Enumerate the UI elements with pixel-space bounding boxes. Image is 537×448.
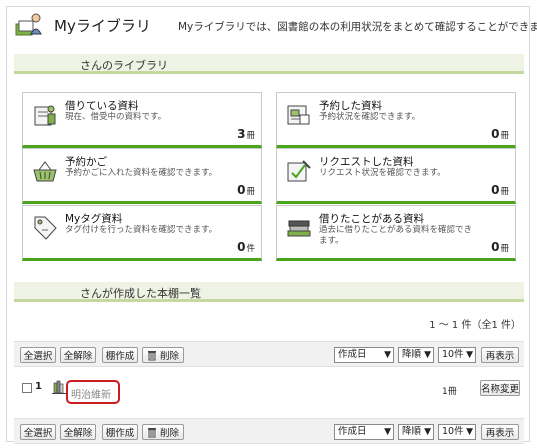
card-count: 0件 — [237, 240, 255, 254]
card-history[interactable]: 借りたことがある資料 過去に借りたことがある資料を確認できます。 0冊 — [276, 205, 516, 261]
tag-icon — [34, 216, 57, 240]
per-page-select[interactable]: 10件 ▼ — [438, 347, 476, 363]
create-shelf-button[interactable]: 棚作成 — [102, 424, 138, 440]
card-title: Myタグ資料 — [65, 213, 123, 225]
delete-button[interactable]: 削除 — [142, 347, 184, 363]
rename-button[interactable]: 名称変更 — [480, 380, 520, 396]
chevron-down-icon: ▼ — [384, 350, 391, 360]
card-title: 予約した資料 — [319, 100, 382, 112]
book-reader-icon — [34, 105, 56, 126]
select-all-button[interactable]: 全選択 — [20, 424, 56, 440]
delete-button[interactable]: 削除 — [142, 424, 184, 440]
card-description: タグ付けを行った資料を確認できます。 — [65, 225, 218, 235]
card-description: 予約状況を確認できます。 — [319, 112, 421, 122]
shelf-row: 1 明治維新 1冊 名称変更 — [14, 376, 524, 404]
card-description: リクエスト状況を確認できます。 — [319, 168, 446, 178]
reservation-icon — [287, 105, 310, 125]
chevron-down-icon: ▼ — [424, 350, 431, 360]
library-section-header: さんのライブラリ — [14, 54, 524, 74]
chevron-down-icon: ▼ — [466, 350, 473, 360]
page-header: Myライブラリ Myライブラリでは、図書館の本の利用状況をまとめて確認することが… — [10, 10, 537, 40]
card-count: 0冊 — [237, 183, 255, 197]
shelf-checkbox[interactable] — [22, 383, 32, 393]
card-my-tags[interactable]: Myタグ資料 タグ付けを行った資料を確認できます。 0件 — [22, 205, 262, 261]
shelf-section-header: さんが作成した本棚一覧 — [14, 282, 524, 302]
card-count: 0冊 — [491, 183, 509, 197]
chevron-down-icon: ▼ — [466, 427, 473, 437]
library-section-title: さんのライブラリ — [80, 59, 168, 72]
card-description: 予約かごに入れた資料を確認できます。 — [65, 168, 218, 178]
shelf-section-title: さんが作成した本棚一覧 — [80, 287, 201, 300]
card-description: 過去に借りたことがある資料を確認できます。 — [319, 225, 473, 246]
page-description: Myライブラリでは、図書館の本の利用状況をまとめて確認することができます。 — [178, 21, 537, 33]
chevron-down-icon: ▼ — [384, 427, 391, 437]
trash-icon — [147, 427, 156, 437]
page-title: Myライブラリ — [54, 17, 151, 35]
sort-field-select[interactable]: 作成日 ▼ — [334, 424, 394, 440]
deselect-all-button[interactable]: 全解除 — [60, 424, 96, 440]
history-books-icon — [287, 220, 311, 237]
card-title: 借りたことがある資料 — [319, 213, 424, 225]
trash-icon — [147, 350, 156, 360]
card-title: 借りている資料 — [65, 100, 139, 112]
card-title: 予約かご — [65, 156, 107, 168]
create-shelf-button[interactable]: 棚作成 — [102, 347, 138, 363]
card-reserved[interactable]: 予約した資料 予約状況を確認できます。 0冊 — [276, 92, 516, 148]
redisplay-button[interactable]: 再表示 — [481, 424, 519, 440]
per-page-select[interactable]: 10件 ▼ — [438, 424, 476, 440]
my-library-icon — [15, 13, 42, 36]
paging-info: 1 ～ 1 件（全1 件） — [429, 320, 521, 331]
card-requests[interactable]: リクエストした資料 リクエスト状況を確認できます。 0冊 — [276, 148, 516, 204]
card-count: 0冊 — [491, 240, 509, 254]
shelf-toolbar-top: 全選択 全解除 棚作成 削除 作成日 ▼ 降順 ▼ 10件 ▼ 再表示 — [14, 341, 524, 367]
card-count: 0冊 — [491, 127, 509, 141]
card-borrowed[interactable]: 借りている資料 現在、借受中の資料です。 3冊 — [22, 92, 262, 148]
select-all-button[interactable]: 全選択 — [20, 347, 56, 363]
sort-field-select[interactable]: 作成日 ▼ — [334, 347, 394, 363]
deselect-all-button[interactable]: 全解除 — [60, 347, 96, 363]
chevron-down-icon: ▼ — [424, 427, 431, 437]
redisplay-button[interactable]: 再表示 — [481, 347, 519, 363]
card-basket[interactable]: 予約かご 予約かごに入れた資料を確認できます。 0冊 — [22, 148, 262, 204]
card-description: 現在、借受中の資料です。 — [65, 112, 167, 122]
shelf-row-number: 1 — [35, 381, 42, 392]
shelf-name-link[interactable]: 明治維新 — [66, 380, 120, 404]
card-count: 3冊 — [237, 127, 255, 141]
basket-icon — [33, 161, 57, 182]
request-icon — [287, 160, 311, 182]
sort-order-select[interactable]: 降順 ▼ — [398, 424, 434, 440]
shelf-book-count: 1冊 — [442, 387, 457, 397]
sort-order-select[interactable]: 降順 ▼ — [398, 347, 434, 363]
card-title: リクエストした資料 — [319, 156, 414, 168]
shelf-toolbar-bottom: 全選択 全解除 棚作成 削除 作成日 ▼ 降順 ▼ 10件 ▼ 再表示 — [14, 418, 524, 444]
